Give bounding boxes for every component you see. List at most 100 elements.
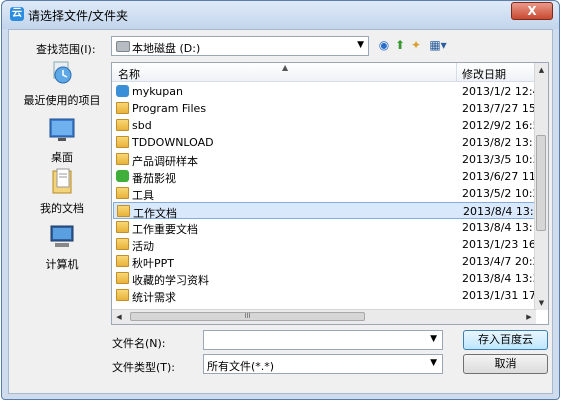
vertical-scrollbar[interactable]: ▲ ▼ [534,63,548,310]
cancel-button[interactable]: 取消 [463,354,548,374]
table-row[interactable]: 统计需求 2013/1/31 17 [113,287,536,304]
chevron-down-icon[interactable]: ▼ [430,358,437,368]
back-icon[interactable]: ◉ [377,38,391,52]
file-name: 工作重要文档 [132,223,198,236]
folder-icon [116,289,129,301]
file-dialog-window: 云 请选择文件/文件夹 X 查找范围(I): 本地磁盘 (D:) ▼ ◉ ⬆ ✦… [1,0,560,400]
window-title: 请选择文件/文件夹 [28,9,129,23]
file-name: Program Files [132,102,207,115]
recent-icon [53,61,72,84]
up-folder-icon[interactable]: ⬆ [393,38,407,52]
column-divider[interactable] [456,63,457,81]
file-name: 统计需求 [132,291,176,304]
file-name: sbd [132,119,152,132]
table-row[interactable]: 活动 2013/1/23 16 [113,236,536,253]
horizontal-scroll-thumb[interactable]: III [130,312,365,321]
folder-icon [116,272,129,284]
filetype-label: 文件类型(T): [112,361,176,374]
file-date: 2013/7/27 15 [462,102,536,115]
file-list[interactable]: 名称 ▲ 修改日期 mykupan 2013/1/2 12:4 Program Fi… [111,62,549,325]
app-icon [116,85,129,97]
file-date: 2013/1/2 12:4 [462,85,536,98]
file-name: 秋叶PPT [132,257,174,270]
place-label: 我的文档 [40,202,84,215]
table-row[interactable]: Program Files 2013/7/27 15 [113,100,536,117]
file-date: 2013/5/2 10:2 [462,187,536,200]
table-row[interactable]: 工具 2013/5/2 10:2 [113,185,536,202]
table-row[interactable]: 工作文档 2013/8/4 13:3 [113,202,537,220]
folder-icon [116,119,129,131]
lookin-dropdown[interactable]: 本地磁盘 (D:) ▼ [111,36,369,56]
scroll-right-icon[interactable]: ▶ [522,310,536,324]
file-date: 2013/8/4 13: [462,221,533,234]
computer-icon [50,225,74,247]
table-row[interactable]: 工作重要文档 2013/8/4 13: [113,219,536,236]
table-row[interactable]: 收藏的学习资料 2013/8/4 13:3 [113,270,536,287]
folder-icon [116,153,129,165]
file-name: TDDOWNLOAD [132,136,214,149]
save-to-baidu-cloud-button[interactable]: 存入百度云 [463,330,548,350]
file-name: 产品调研样本 [132,155,198,168]
folder-icon [116,187,129,199]
list-header: 名称 ▲ 修改日期 [112,63,548,82]
place-desktop[interactable]: 桌面 [17,117,107,165]
filename-field[interactable]: ▼ [203,330,443,350]
folder-icon [116,136,129,148]
column-header-date[interactable]: 修改日期 [462,66,506,82]
dialog-client-area: 查找范围(I): 本地磁盘 (D:) ▼ ◉ ⬆ ✦ ▦▾ 最近使用的项目 桌面… [8,29,553,394]
scroll-left-icon[interactable]: ◀ [112,310,126,324]
table-row[interactable]: sbd 2012/9/2 16:5 [113,117,536,134]
table-row[interactable]: 秋叶PPT 2013/4/7 20:2 [113,253,536,270]
folder-icon [116,255,129,267]
file-date: 2013/4/7 20:2 [462,255,536,268]
column-header-name[interactable]: 名称 [118,66,140,82]
filename-label: 文件名(N): [112,337,166,350]
lookin-value: 本地磁盘 (D:) [132,42,201,55]
table-row[interactable]: 番茄影视 2013/6/27 11 [113,168,536,185]
place-documents[interactable]: 我的文档 [17,168,107,216]
file-date: 2013/1/31 17 [462,289,536,302]
file-name: 工具 [132,189,154,202]
horizontal-scrollbar[interactable]: ◀ III ▶ [112,309,536,324]
place-computer[interactable]: 计算机 [17,224,107,272]
lookin-label: 查找范围(I): [36,43,96,56]
file-name: mykupan [132,85,183,98]
file-date: 2013/3/5 10:3 [462,153,536,166]
baidu-cloud-app-icon: 云 [10,7,24,21]
chevron-down-icon[interactable]: ▼ [430,334,437,344]
scroll-up-icon[interactable]: ▲ [535,63,548,77]
scroll-grip-label: III [244,312,251,320]
vertical-scroll-thumb[interactable] [536,135,546,231]
table-row[interactable]: mykupan 2013/1/2 12:4 [113,83,536,100]
folder-icon [116,238,129,250]
place-label: 最近使用的项目 [23,94,101,107]
table-row[interactable]: TDDOWNLOAD 2013/8/2 13: [113,134,536,151]
places-bar: 最近使用的项目 桌面 我的文档 计算机 [17,60,107,305]
folder-icon [116,221,129,233]
folder-icon [117,205,130,217]
folder-icon [116,102,129,114]
place-recent[interactable]: 最近使用的项目 [17,60,107,108]
new-folder-icon[interactable]: ✦ [409,38,423,52]
desktop-icon [49,118,75,141]
file-name: 番茄影视 [132,172,176,185]
chevron-down-icon[interactable]: ▼ [357,40,364,50]
drive-icon [116,41,130,52]
file-date: 2012/9/2 16:5 [462,119,536,132]
file-name: 活动 [132,240,154,253]
file-date: 2013/8/4 13:3 [463,205,537,218]
file-date: 2013/6/27 11 [462,170,536,183]
scroll-down-icon[interactable]: ▼ [535,296,548,310]
file-date: 2013/1/23 16 [462,238,536,251]
file-date: 2013/8/4 13:3 [462,272,536,285]
sort-ascending-icon: ▲ [282,63,289,72]
app-icon [116,170,129,182]
filetype-value: 所有文件(*.*) [207,360,275,373]
view-menu-icon[interactable]: ▦▾ [427,38,449,52]
place-label: 计算机 [45,258,79,271]
table-row[interactable]: 产品调研样本 2013/3/5 10:3 [113,151,536,168]
close-button[interactable]: X [511,2,553,20]
documents-icon [52,168,72,194]
title-bar[interactable]: 云 请选择文件/文件夹 X [2,1,559,29]
filetype-select[interactable]: 所有文件(*.*) ▼ [203,354,443,374]
